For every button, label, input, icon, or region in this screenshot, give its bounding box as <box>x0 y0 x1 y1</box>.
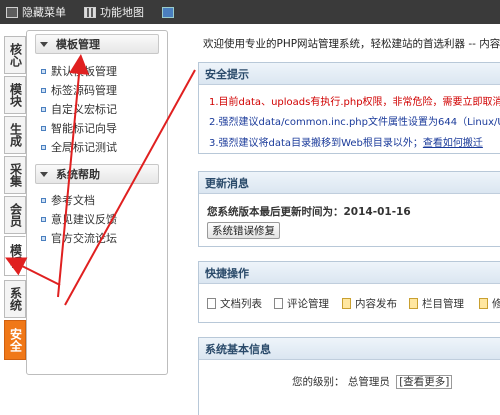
updates-panel: 更新消息 您系统版本最后更新时间为：2014-01-16 系统错误修复 <box>198 171 500 247</box>
sidebar-item-feedback[interactable]: 意见建议反馈 <box>41 211 117 227</box>
module-tabs: 核心 模块 生成 采集 会员 模板 系统 安全 <box>0 30 26 415</box>
sidebar-item-label: 全局标记测试 <box>51 141 117 154</box>
quick-label: 评论管理 <box>287 298 329 310</box>
level-label: 您的级别： <box>292 376 345 388</box>
sidebar-item-label: 智能标记向导 <box>51 122 117 135</box>
panel-title: 更新消息 <box>199 172 500 194</box>
edit-icon <box>342 298 351 309</box>
view-more-link[interactable]: [查看更多] <box>396 375 453 389</box>
comment-icon <box>274 298 283 309</box>
edit-icon <box>479 298 488 309</box>
caret-down-icon <box>40 171 48 177</box>
security-tip-3: 3.强烈建议将data目录搬移到Web根目录以外；查看如何搬迁 <box>209 134 483 149</box>
quick-publish[interactable]: 内容发布 <box>342 296 397 311</box>
quick-columns[interactable]: 栏目管理 <box>409 296 464 311</box>
sidebar-item-docs[interactable]: 参考文档 <box>41 192 95 208</box>
quick-comments[interactable]: 评论管理 <box>274 296 329 311</box>
tab-modules[interactable]: 模块 <box>4 76 26 114</box>
feature-map-button[interactable]: 功能地图 <box>84 4 144 20</box>
bullet-icon <box>41 216 46 222</box>
picture-button[interactable] <box>162 6 178 18</box>
hide-menu-label: 隐藏菜单 <box>22 6 66 19</box>
main-content: 欢迎使用专业的PHP网站管理系统，轻松建站的首选利器 -- 内容 安全提示 1.… <box>183 24 500 415</box>
tab-core[interactable]: 核心 <box>4 36 26 74</box>
last-update-text: 您系统版本最后更新时间为：2014-01-16 <box>207 206 411 218</box>
sidebar-item-tag-test[interactable]: 全局标记测试 <box>41 139 117 155</box>
tab-generate[interactable]: 生成 <box>4 116 26 154</box>
panel-title: 系统基本信息 <box>199 338 500 360</box>
sidebar-item-label: 自定义宏标记 <box>51 103 117 116</box>
section-title: 系统帮助 <box>56 168 100 181</box>
tab-system[interactable]: 系统 <box>4 280 26 318</box>
panel-title: 安全提示 <box>199 63 500 85</box>
quick-actions-panel: 快捷操作 文档列表 评论管理 内容发布 栏目管理 修 <box>198 261 500 323</box>
document-icon <box>207 298 216 309</box>
grid-icon <box>84 6 96 18</box>
bullet-icon <box>41 106 46 112</box>
sidebar-item-label: 意见建议反馈 <box>51 213 117 226</box>
bullet-icon <box>41 235 46 241</box>
top-toolbar: 隐藏菜单 功能地图 <box>0 0 500 24</box>
section-header-system-help[interactable]: 系统帮助 <box>35 164 159 184</box>
image-icon <box>162 6 174 18</box>
tab-templates[interactable]: 模板 <box>4 236 26 276</box>
tab-members[interactable]: 会员 <box>4 196 26 234</box>
tip-text: 3.强烈建议将data目录搬移到Web根目录以外； <box>209 138 423 149</box>
tab-security[interactable]: 安全 <box>4 320 26 360</box>
sidebar-item-label: 标签源码管理 <box>51 84 117 97</box>
hide-menu-button[interactable]: 隐藏菜单 <box>6 4 66 20</box>
sidebar-item-tag-source[interactable]: 标签源码管理 <box>41 82 117 98</box>
sidebar-item-forum[interactable]: 官方交流论坛 <box>41 230 117 246</box>
system-info-panel: 系统基本信息 您的级别： 总管理员 [查看更多] <box>198 337 500 415</box>
caret-down-icon <box>40 41 48 47</box>
welcome-text: 欢迎使用专业的PHP网站管理系统，轻松建站的首选利器 -- 内容 <box>203 38 500 50</box>
user-level: 您的级别： 总管理员 [查看更多] <box>292 374 453 389</box>
system-fix-button[interactable]: 系统错误修复 <box>207 222 280 239</box>
sidebar-item-label: 官方交流论坛 <box>51 232 117 245</box>
menu-icon <box>6 6 18 18</box>
bullet-icon <box>41 197 46 203</box>
section-header-template-management[interactable]: 模板管理 <box>35 34 159 54</box>
bullet-icon <box>41 87 46 93</box>
quick-doc-list[interactable]: 文档列表 <box>207 296 262 311</box>
quick-modify[interactable]: 修 <box>479 296 500 311</box>
section-title: 模板管理 <box>56 38 100 51</box>
quick-label: 内容发布 <box>355 298 397 310</box>
sidebar-item-default-templates[interactable]: 默认模板管理 <box>41 63 117 79</box>
feature-map-label: 功能地图 <box>100 6 144 19</box>
bullet-icon <box>41 144 46 150</box>
sidebar-item-label: 默认模板管理 <box>51 65 117 78</box>
security-tip-2: 2.强烈建议data/common.inc.php文件属性设置为644（Linu… <box>209 117 500 128</box>
security-tip-1: 1.目前data、uploads有执行.php权限，非常危险，需要立即取消 <box>209 97 500 108</box>
sidebar-item-custom-macro[interactable]: 自定义宏标记 <box>41 101 117 117</box>
quick-label: 文档列表 <box>220 298 262 310</box>
folder-icon <box>409 298 418 309</box>
quick-label: 修 <box>492 298 500 310</box>
tab-collect[interactable]: 采集 <box>4 156 26 194</box>
sidebar-menu: 模板管理 默认模板管理 标签源码管理 自定义宏标记 智能标记向导 全局标记测试 … <box>26 30 168 375</box>
sidebar-item-tag-wizard[interactable]: 智能标记向导 <box>41 120 117 136</box>
bullet-icon <box>41 125 46 131</box>
panel-title: 快捷操作 <box>199 262 500 284</box>
how-to-move-link[interactable]: 查看如何搬迁 <box>423 138 483 149</box>
sidebar-item-label: 参考文档 <box>51 194 95 207</box>
bullet-icon <box>41 68 46 74</box>
quick-label: 栏目管理 <box>422 298 464 310</box>
security-panel: 安全提示 1.目前data、uploads有执行.php权限，非常危险，需要立即… <box>198 62 500 154</box>
level-value: 总管理员 <box>347 376 390 388</box>
